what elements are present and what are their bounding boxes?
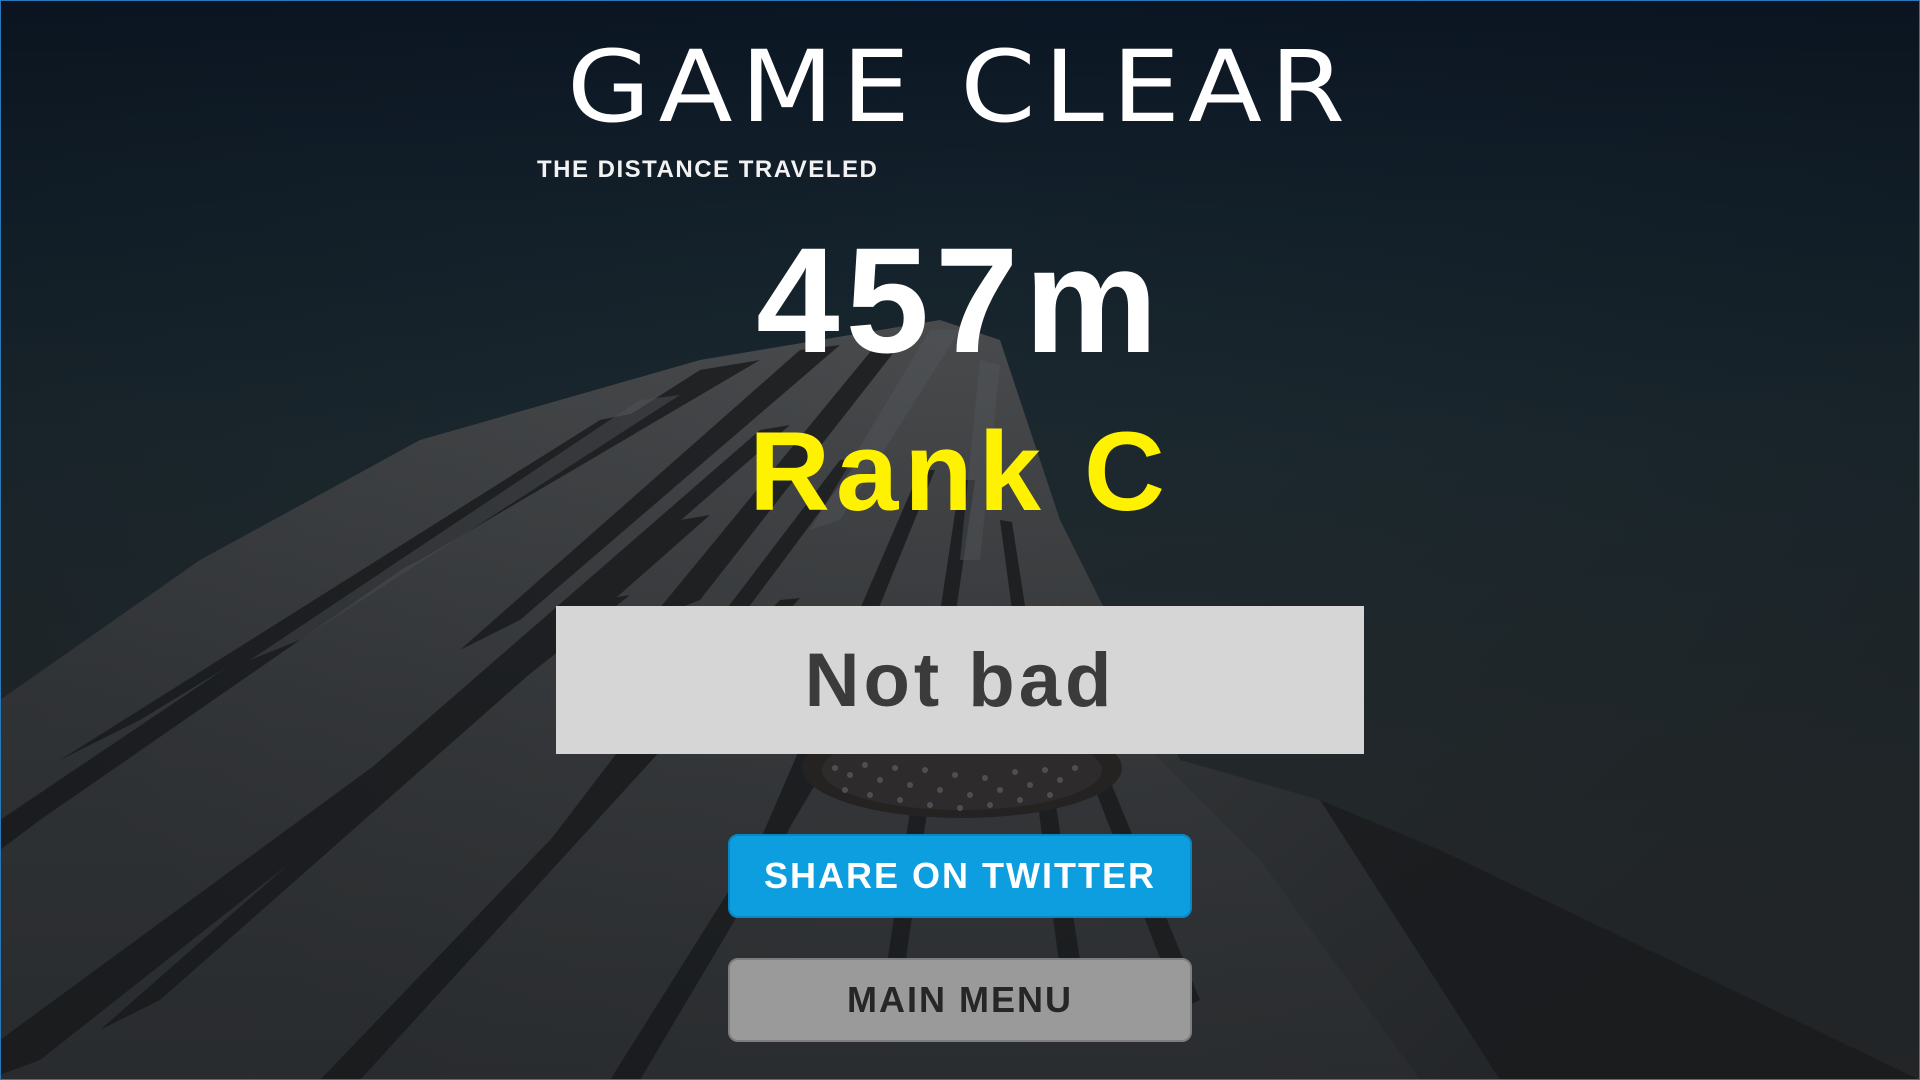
comment-text: Not bad [804, 637, 1116, 723]
main-menu-button[interactable]: MAIN MENU [728, 958, 1192, 1042]
game-clear-title: GAME CLEAR [566, 30, 1354, 146]
distance-label: THE DISTANCE TRAVELED [537, 156, 879, 183]
game-clear-screen: GAME CLEAR THE DISTANCE TRAVELED 457m Ra… [0, 0, 1920, 1080]
distance-value: 457m [756, 216, 1164, 384]
share-on-twitter-button[interactable]: SHARE ON TWITTER [728, 834, 1192, 918]
background-scene [0, 320, 1920, 1080]
rank-text: Rank C [749, 409, 1171, 534]
comment-box: Not bad [556, 606, 1364, 754]
